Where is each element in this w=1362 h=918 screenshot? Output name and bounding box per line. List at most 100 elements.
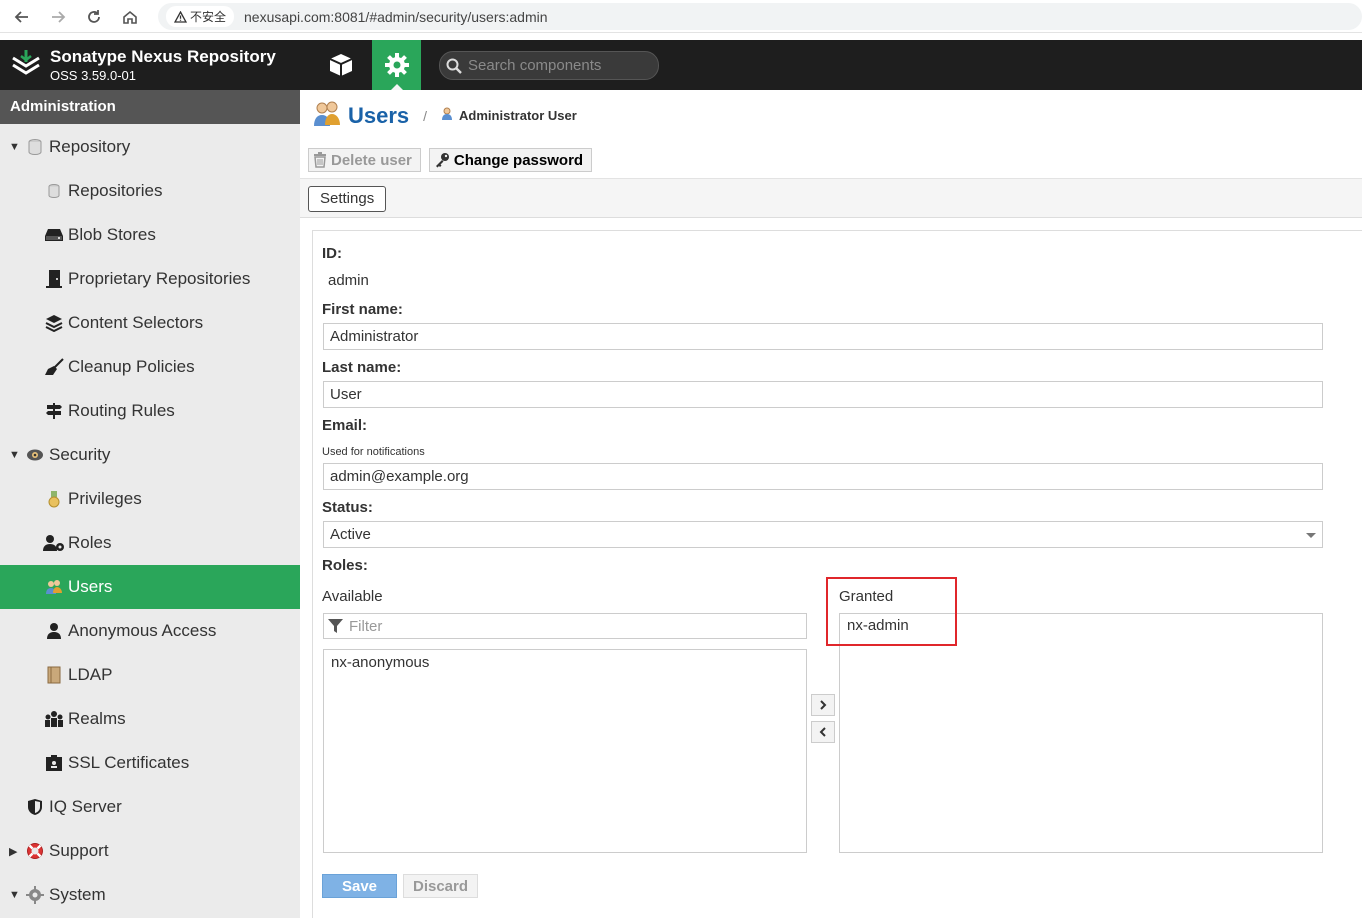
available-roles-label: Available xyxy=(322,588,383,605)
broom-icon xyxy=(43,357,65,377)
sidebar-item-label: Content Selectors xyxy=(68,313,204,332)
arrow-left-icon xyxy=(14,10,28,23)
sidebar-group-repository[interactable]: ▼ Repository xyxy=(0,125,300,169)
sidebar-item-anonymous-access[interactable]: Anonymous Access xyxy=(0,609,300,653)
chevron-right-icon xyxy=(820,700,827,710)
database-icon xyxy=(43,181,65,201)
discard-button[interactable]: Discard xyxy=(403,874,478,898)
sidebar-item-realms[interactable]: Realms xyxy=(0,697,300,741)
caret-down-icon[interactable]: ▼ xyxy=(9,141,21,153)
sidebar-item-proprietary-repositories[interactable]: Proprietary Repositories xyxy=(0,257,300,301)
admin-mode-button[interactable] xyxy=(372,40,421,90)
sidebar-group-security[interactable]: ▼ Security xyxy=(0,433,300,477)
remove-role-button[interactable] xyxy=(811,721,835,743)
sidebar-item-iq-server[interactable]: IQ Server xyxy=(0,785,300,829)
security-indicator[interactable]: 不安全 xyxy=(166,6,235,27)
breadcrumb: Users / Administrator User xyxy=(312,100,577,131)
caret-right-icon[interactable]: ▶ xyxy=(9,845,21,858)
tab-settings[interactable]: Settings xyxy=(308,186,387,212)
save-button[interactable]: Save xyxy=(322,874,397,898)
sidebar: Administration ▼ Repository Repositories… xyxy=(0,90,300,918)
insecure-label: 不安全 xyxy=(190,10,227,24)
sidebar-item-label: Privileges xyxy=(68,489,142,508)
chevron-down-icon[interactable] xyxy=(1306,533,1316,538)
sidebar-group-system[interactable]: ▼ System xyxy=(0,873,300,917)
search-box[interactable] xyxy=(439,51,659,80)
nexus-logo-icon[interactable] xyxy=(10,48,42,83)
tab-strip: Settings xyxy=(300,178,1362,218)
roles-filter[interactable] xyxy=(323,613,807,639)
user-gear-icon xyxy=(43,533,65,553)
sidebar-item-label: LDAP xyxy=(68,665,113,684)
caret-down-icon[interactable]: ▼ xyxy=(9,889,21,901)
page-title[interactable]: Users xyxy=(348,103,409,129)
sidebar-item-content-selectors[interactable]: Content Selectors xyxy=(0,301,300,345)
sidebar-item-label: Routing Rules xyxy=(68,401,175,420)
database-icon xyxy=(24,137,46,157)
sidebar-item-repositories[interactable]: Repositories xyxy=(0,169,300,213)
sidebar-item-label: Anonymous Access xyxy=(68,621,217,640)
last-name-field[interactable]: User xyxy=(323,381,1323,408)
last-name-label: Last name: xyxy=(322,359,402,376)
search-input[interactable] xyxy=(468,57,648,74)
warning-icon xyxy=(174,10,187,23)
sidebar-item-label: IQ Server xyxy=(49,797,122,816)
users-icon xyxy=(312,100,342,131)
filter-input[interactable] xyxy=(349,617,789,635)
sidebar-item-ldap[interactable]: LDAP xyxy=(0,653,300,697)
brand-title: Sonatype Nexus Repository xyxy=(50,47,276,66)
sidebar-item-label: SSL Certificates xyxy=(68,753,190,772)
layers-icon xyxy=(43,313,65,333)
sidebar-item-label: Realms xyxy=(68,709,126,728)
granted-roles-list[interactable]: nx-admin xyxy=(839,613,1323,853)
user-icon xyxy=(441,107,453,124)
browse-mode-button[interactable] xyxy=(318,40,364,90)
add-role-button[interactable] xyxy=(811,694,835,716)
sidebar-item-label: Blob Stores xyxy=(68,225,156,244)
email-help-text: Used for notifications xyxy=(322,446,425,458)
first-name-field[interactable]: Administrator xyxy=(323,323,1323,350)
reload-button[interactable] xyxy=(76,0,112,33)
sidebar-item-blob-stores[interactable]: Blob Stores xyxy=(0,213,300,257)
url-text: nexusapi.com:8081/#admin/security/users:… xyxy=(244,8,548,25)
sidebar-item-routing-rules[interactable]: Routing Rules xyxy=(0,389,300,433)
filter-icon xyxy=(328,618,343,633)
id-value: admin xyxy=(328,272,369,289)
roles-label: Roles: xyxy=(322,557,368,574)
cube-icon xyxy=(329,54,353,76)
user-toolbar: Delete user Change password xyxy=(308,148,600,172)
address-bar[interactable]: 不安全 nexusapi.com:8081/#admin/security/us… xyxy=(158,3,1362,30)
forward-button[interactable] xyxy=(40,0,76,33)
medal-icon xyxy=(43,489,65,509)
available-roles-list[interactable]: nx-anonymous xyxy=(323,649,807,853)
sidebar-heading: Administration xyxy=(0,90,300,124)
sidebar-item-roles[interactable]: Roles xyxy=(0,521,300,565)
signpost-icon xyxy=(43,401,65,421)
first-name-label: First name: xyxy=(322,301,403,318)
caret-down-icon[interactable]: ▼ xyxy=(9,449,21,461)
sidebar-item-label: Cleanup Policies xyxy=(68,357,195,376)
status-value: Active xyxy=(330,526,371,543)
back-button[interactable] xyxy=(4,0,40,33)
home-button[interactable] xyxy=(112,0,148,33)
home-icon xyxy=(123,10,137,24)
main-content: Users / Administrator User Delete user C… xyxy=(300,90,1362,918)
realm-icon xyxy=(43,709,65,729)
sidebar-item-ssl-certificates[interactable]: SSL Certificates xyxy=(0,741,300,785)
sidebar-item-privileges[interactable]: Privileges xyxy=(0,477,300,521)
email-field[interactable]: admin@example.org xyxy=(323,463,1323,490)
sidebar-item-users[interactable]: Users xyxy=(0,565,300,609)
lifebuoy-icon xyxy=(24,841,46,861)
status-select[interactable]: Active xyxy=(323,521,1323,548)
shield-icon xyxy=(24,797,46,817)
change-password-button[interactable]: Change password xyxy=(428,148,593,172)
door-icon xyxy=(43,269,65,289)
sidebar-item-cleanup-policies[interactable]: Cleanup Policies xyxy=(0,345,300,389)
breadcrumb-current: Administrator User xyxy=(459,108,577,123)
reload-icon xyxy=(88,9,100,23)
chevron-left-icon xyxy=(819,727,826,737)
sidebar-group-support[interactable]: ▶ Support xyxy=(0,829,300,873)
sidebar-item-label: Security xyxy=(49,445,111,464)
list-item[interactable]: nx-anonymous xyxy=(324,650,806,675)
delete-user-button[interactable]: Delete user xyxy=(308,148,421,172)
